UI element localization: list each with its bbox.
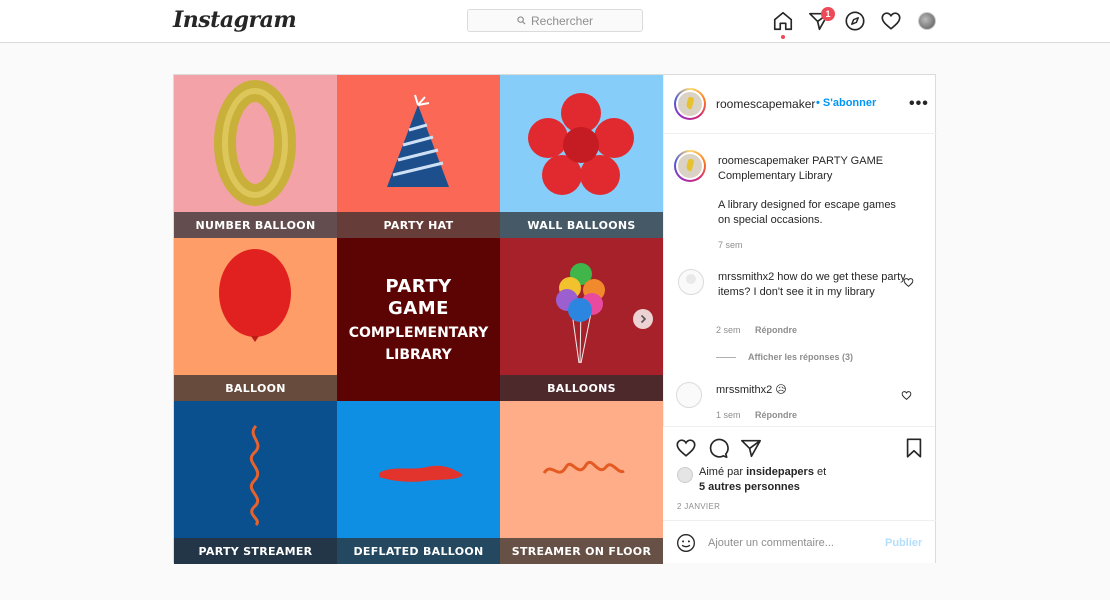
comment-1-meta: 2 sem Répondre	[716, 325, 797, 335]
subtitle-line-1: COMPLEMENTARY	[348, 324, 489, 341]
comment-username[interactable]: mrssmithx2	[718, 271, 774, 283]
carousel-next-button[interactable]	[633, 309, 653, 329]
comment-username[interactable]: mrssmithx2	[716, 384, 772, 396]
comment-input[interactable]	[708, 533, 878, 553]
liked-user[interactable]: insidepapers	[746, 466, 814, 478]
comments-section[interactable]: roomescapemaker PARTY GAME Complementary…	[664, 135, 937, 426]
comment-time: 1 sem	[716, 410, 741, 420]
tile-balloon: BALLOON	[174, 238, 337, 401]
top-navigation-bar: Instagram Rechercher 1	[0, 0, 1110, 43]
author-username[interactable]: roomescapemaker	[716, 97, 815, 111]
comment: mrssmithx2 😥	[716, 383, 787, 398]
follow-button[interactable]: • S'abonner	[816, 97, 876, 109]
view-replies-label: Afficher les réponses (3)	[748, 352, 854, 362]
tile-label: DEFLATED BALLOON	[337, 538, 500, 564]
share-icon[interactable]	[740, 437, 762, 459]
comment: mrssmithx2 how do we get these party ite…	[718, 270, 908, 300]
commenter-avatar[interactable]	[676, 382, 702, 408]
bookmark-icon[interactable]	[903, 437, 925, 459]
caption-username[interactable]: roomescapemaker	[718, 155, 809, 167]
tile-label: PARTY STREAMER	[174, 538, 337, 564]
tile-label: PARTY HAT	[337, 212, 500, 238]
tile-label: BALLOONS	[500, 375, 663, 401]
title-line-1: PARTY	[385, 275, 452, 297]
emoji-icon[interactable]	[676, 533, 696, 553]
comment-emoji: 😥	[775, 384, 787, 396]
tile-party-hat: PARTY HAT	[337, 75, 500, 238]
reply-button[interactable]: Répondre	[755, 325, 797, 335]
caption: roomescapemaker PARTY GAME Complementary…	[718, 154, 908, 184]
caption-avatar[interactable]	[674, 150, 706, 182]
tile-number-balloon: NUMBER BALLOON	[174, 75, 337, 238]
explore-compass-icon[interactable]	[844, 10, 866, 32]
commenter-avatar[interactable]	[678, 269, 704, 295]
liker-avatar[interactable]	[677, 467, 693, 483]
profile-avatar[interactable]	[918, 12, 936, 30]
post-media-carousel[interactable]: NUMBER BALLOON PARTY HAT WALL BALLOONS B…	[174, 75, 663, 564]
liked-others[interactable]: 5 autres personnes	[699, 481, 800, 493]
tile-label: STREAMER ON FLOOR	[500, 538, 663, 564]
search-icon	[517, 16, 526, 25]
post-header: roomescapemaker • S'abonner •••	[664, 75, 937, 134]
chevron-right-icon	[640, 314, 647, 324]
title-line-2: GAME	[388, 297, 449, 319]
replies-line	[716, 356, 736, 358]
add-comment-bar: Publier	[663, 520, 936, 565]
tile-deflated-balloon: DEFLATED BALLOON	[337, 401, 500, 564]
post-actions-section: Aimé par insidepapers et 5 autres person…	[663, 426, 936, 565]
author-avatar[interactable]	[674, 88, 706, 120]
liked-and: et	[817, 466, 827, 478]
subtitle-line-2: LIBRARY	[385, 346, 452, 363]
tile-label: WALL BALLOONS	[500, 212, 663, 238]
comment-time: 2 sem	[716, 325, 741, 335]
search-placeholder: Rechercher	[530, 13, 594, 28]
like-comment-heart-icon[interactable]	[903, 277, 914, 288]
likes-summary: Aimé par insidepapers et 5 autres person…	[699, 465, 826, 495]
comment-bubble-icon[interactable]	[707, 437, 729, 459]
more-options-icon[interactable]: •••	[909, 95, 929, 113]
comment-2-meta: 1 sem Répondre	[716, 410, 797, 420]
publish-button[interactable]: Publier	[885, 537, 922, 549]
caption-body: A library designed for escape games on s…	[718, 199, 896, 226]
notification-badge: 1	[821, 7, 835, 21]
tile-title: PARTY GAME COMPLEMENTARY LIBRARY	[337, 238, 500, 401]
active-indicator	[781, 35, 785, 39]
tile-label: NUMBER BALLOON	[174, 212, 337, 238]
reply-button[interactable]: Répondre	[755, 410, 797, 420]
tile-label: BALLOON	[174, 375, 337, 401]
view-replies-button[interactable]: Afficher les réponses (3)	[716, 352, 853, 362]
tile-party-streamer: PARTY STREAMER	[174, 401, 337, 564]
search-box[interactable]: Rechercher	[467, 9, 643, 32]
caption-time: 7 sem	[718, 240, 743, 250]
tile-streamer-on-floor: STREAMER ON FLOOR	[500, 401, 663, 564]
instagram-logo[interactable]: Instagram	[173, 7, 297, 33]
home-icon[interactable]	[772, 10, 794, 32]
activity-heart-icon[interactable]	[880, 10, 902, 32]
tile-wall-balloons: WALL BALLOONS	[500, 75, 663, 238]
like-heart-icon[interactable]	[675, 437, 697, 459]
post-title-block: PARTY GAME COMPLEMENTARY LIBRARY	[337, 238, 500, 401]
post-date[interactable]: 2 JANVIER	[677, 502, 720, 511]
liked-prefix: Aimé par	[699, 466, 744, 478]
like-comment-heart-icon[interactable]	[901, 390, 912, 401]
